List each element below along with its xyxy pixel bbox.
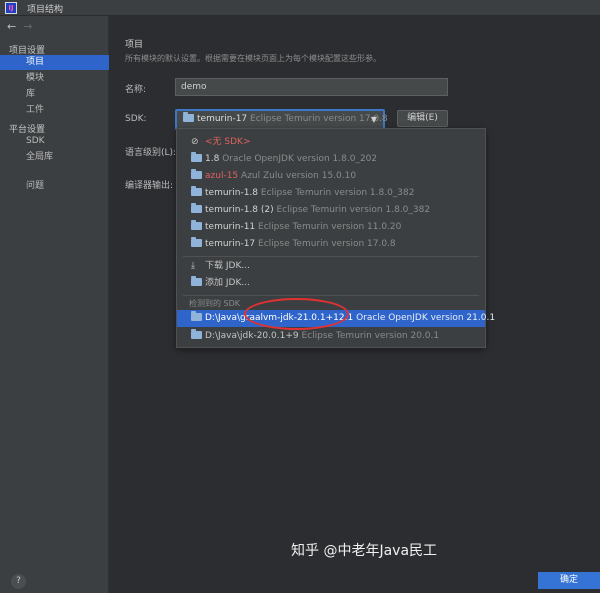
forward-arrow-icon[interactable]: →: [23, 20, 32, 33]
sdk-list-item[interactable]: temurin-1.8 (2) Eclipse Temurin version …: [177, 202, 485, 219]
folder-icon: [183, 112, 194, 122]
sdk-version: Oracle OpenJDK version 1.8.0_202: [222, 154, 378, 164]
chevron-down-icon: ▼: [370, 115, 377, 124]
sdk-label: SDK:: [125, 114, 147, 124]
folder-icon: [191, 220, 202, 230]
sdk-list-item[interactable]: 1.8 Oracle OpenJDK version 1.8.0_202: [177, 151, 485, 168]
ok-button[interactable]: 确定: [538, 572, 600, 589]
edit-button[interactable]: 编辑(E): [397, 110, 448, 127]
watermark: 知乎 @中老年Java民工: [291, 543, 438, 559]
sdk-popup-list: ⊘ <无 SDK> 1.8 Oracle OpenJDK version 1.8.…: [176, 128, 495, 348]
window-title: 项目结构: [27, 5, 64, 15]
detected-sdk-label: 检测到的 SDK: [189, 299, 241, 308]
page-title: 项目: [125, 40, 144, 50]
sidebar-item-global-libraries[interactable]: 全局库: [0, 150, 109, 165]
sdk-selected-name: temurin-17: [197, 114, 248, 124]
sdk-path: D:\Java\jdk-20.0.1+9: [205, 331, 299, 341]
sdk-name: temurin-1.8: [205, 188, 259, 198]
title-bar: IJ 项目结构: [0, 0, 600, 16]
sdk-version: Azul Zulu version 15.0.10: [241, 171, 357, 181]
sdk-name: 1.8: [205, 154, 220, 164]
sidebar-item-libraries[interactable]: 库: [0, 87, 109, 102]
folder-icon: [191, 276, 202, 286]
sdk-selected-desc: Eclipse Temurin version 17.0.8: [250, 114, 388, 124]
sidebar-item-problems[interactable]: 问题: [0, 179, 109, 194]
download-icon: ⤓: [191, 261, 195, 271]
page-description: 所有模块的默认设置。根据需要在模块页面上为每个模块配置这些形参。: [125, 54, 381, 63]
sdk-list-item[interactable]: temurin-1.8 Eclipse Temurin version 1.8.…: [177, 185, 485, 202]
add-jdk-item[interactable]: 添加 JDK...: [177, 275, 485, 292]
divider: [183, 295, 479, 296]
language-level-label: 语言级别(L):: [125, 148, 177, 158]
no-sdk-icon: ⊘: [191, 137, 199, 147]
sidebar-item-project[interactable]: 项目: [0, 55, 109, 70]
folder-icon: [191, 203, 202, 213]
sdk-list-item[interactable]: temurin-11 Eclipse Temurin version 11.0.…: [177, 219, 485, 236]
sdk-version: Eclipse Temurin version 1.8.0_382: [260, 188, 415, 198]
sdk-name: temurin-17: [205, 239, 256, 249]
folder-icon: [191, 237, 202, 247]
intellij-app-icon: IJ: [5, 2, 17, 14]
download-jdk-item[interactable]: ⤓ 下载 JDK...: [177, 258, 485, 275]
divider: [183, 256, 479, 257]
folder-icon: [191, 186, 202, 196]
sidebar: ← → 项目设置 项目 模块 库 工件 平台设置 SDK 全局库 问题 ?: [0, 16, 109, 593]
sdk-version: Oracle OpenJDK version 21.0.1: [356, 313, 496, 323]
sdk-version: Eclipse Temurin version 17.0.8: [258, 239, 396, 249]
sdk-name: azul-15: [205, 171, 239, 181]
sdk-version: Eclipse Temurin version 11.0.20: [258, 222, 402, 232]
folder-icon: [191, 152, 202, 162]
sdk-version: Eclipse Temurin version 1.8.0_382: [276, 205, 431, 215]
sdk-list-item[interactable]: azul-15 Azul Zulu version 15.0.10: [177, 168, 485, 185]
help-icon[interactable]: ?: [11, 574, 26, 589]
sidebar-item-modules[interactable]: 模块: [0, 71, 109, 86]
sdk-path: D:\Java\graalvm-jdk-21.0.1+12.1: [205, 313, 354, 323]
back-arrow-icon[interactable]: ←: [7, 20, 16, 33]
sdk-name: temurin-1.8 (2): [205, 205, 274, 215]
folder-icon: [191, 311, 202, 321]
name-label: 名称:: [125, 85, 147, 95]
name-input[interactable]: demo: [175, 78, 448, 96]
sdk-dropdown[interactable]: temurin-17 Eclipse Temurin version 17.0.…: [175, 109, 388, 130]
nav-arrows: ← →: [7, 20, 32, 33]
detected-sdk-item[interactable]: D:\Java\jdk-20.0.1+9 Eclipse Temurin ver…: [177, 328, 485, 345]
folder-icon: [191, 169, 202, 179]
detected-sdk-item[interactable]: D:\Java\graalvm-jdk-21.0.1+12.1 Oracle O…: [177, 310, 495, 327]
sdk-version: Eclipse Temurin version 20.0.1: [301, 331, 440, 341]
sdk-name: temurin-11: [205, 222, 256, 232]
list-item-no-sdk[interactable]: ⊘ <无 SDK>: [177, 134, 485, 151]
compiler-output-label: 编译器输出:: [125, 181, 174, 191]
sidebar-item-artifacts[interactable]: 工件: [0, 103, 109, 118]
sdk-list-item[interactable]: temurin-17 Eclipse Temurin version 17.0.…: [177, 236, 485, 253]
sidebar-item-sdk[interactable]: SDK: [0, 134, 109, 149]
folder-icon: [191, 329, 202, 339]
